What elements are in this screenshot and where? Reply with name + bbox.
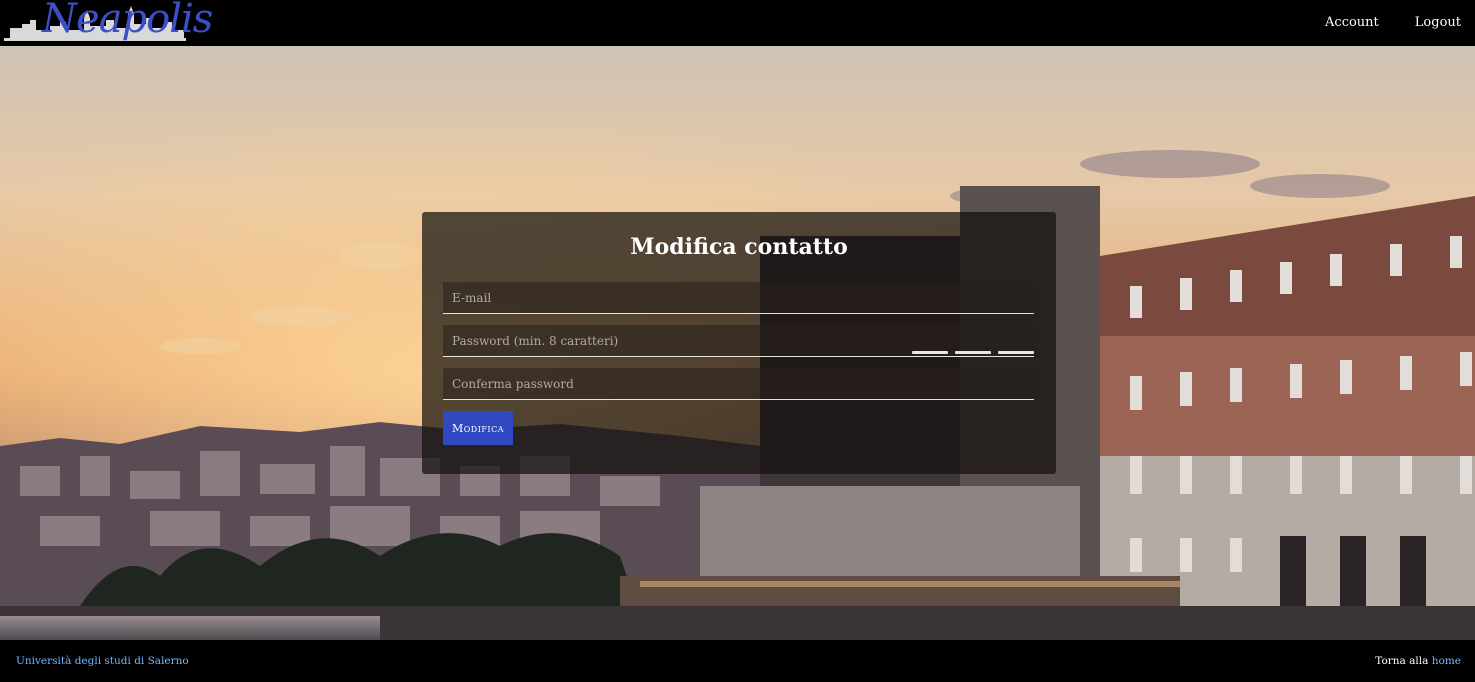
strength-bar	[998, 351, 1034, 354]
neapolis-logo[interactable]: Neapolis	[4, 0, 213, 44]
account-link[interactable]: Account	[1325, 15, 1379, 30]
email-field[interactable]	[443, 282, 1034, 313]
home-link[interactable]: home	[1432, 655, 1461, 667]
top-navbar: Neapolis Account Logout	[0, 0, 1475, 46]
edit-contact-form: Modifica contatto Modifica	[422, 212, 1056, 474]
footer: Università degli studi di Salerno Torna …	[0, 640, 1475, 682]
strength-bar	[912, 351, 948, 354]
password-field-wrapper	[443, 325, 1034, 357]
logout-link[interactable]: Logout	[1415, 15, 1461, 30]
password-strength-meter	[912, 351, 1034, 354]
modifica-button[interactable]: Modifica	[443, 411, 513, 445]
back-home-label: Torna alla	[1375, 655, 1429, 667]
user-menu: Account Logout	[1325, 15, 1461, 30]
logo-text: Neapolis	[42, 0, 213, 42]
university-link[interactable]: Università degli studi di Salerno	[16, 655, 189, 667]
confirm-password-field[interactable]	[443, 368, 1034, 399]
email-field-wrapper	[443, 282, 1034, 314]
confirm-password-field-wrapper	[443, 368, 1034, 400]
back-home-text: Torna alla home	[1375, 655, 1461, 667]
strength-bar	[955, 351, 991, 354]
form-title: Modifica contatto	[630, 234, 848, 260]
